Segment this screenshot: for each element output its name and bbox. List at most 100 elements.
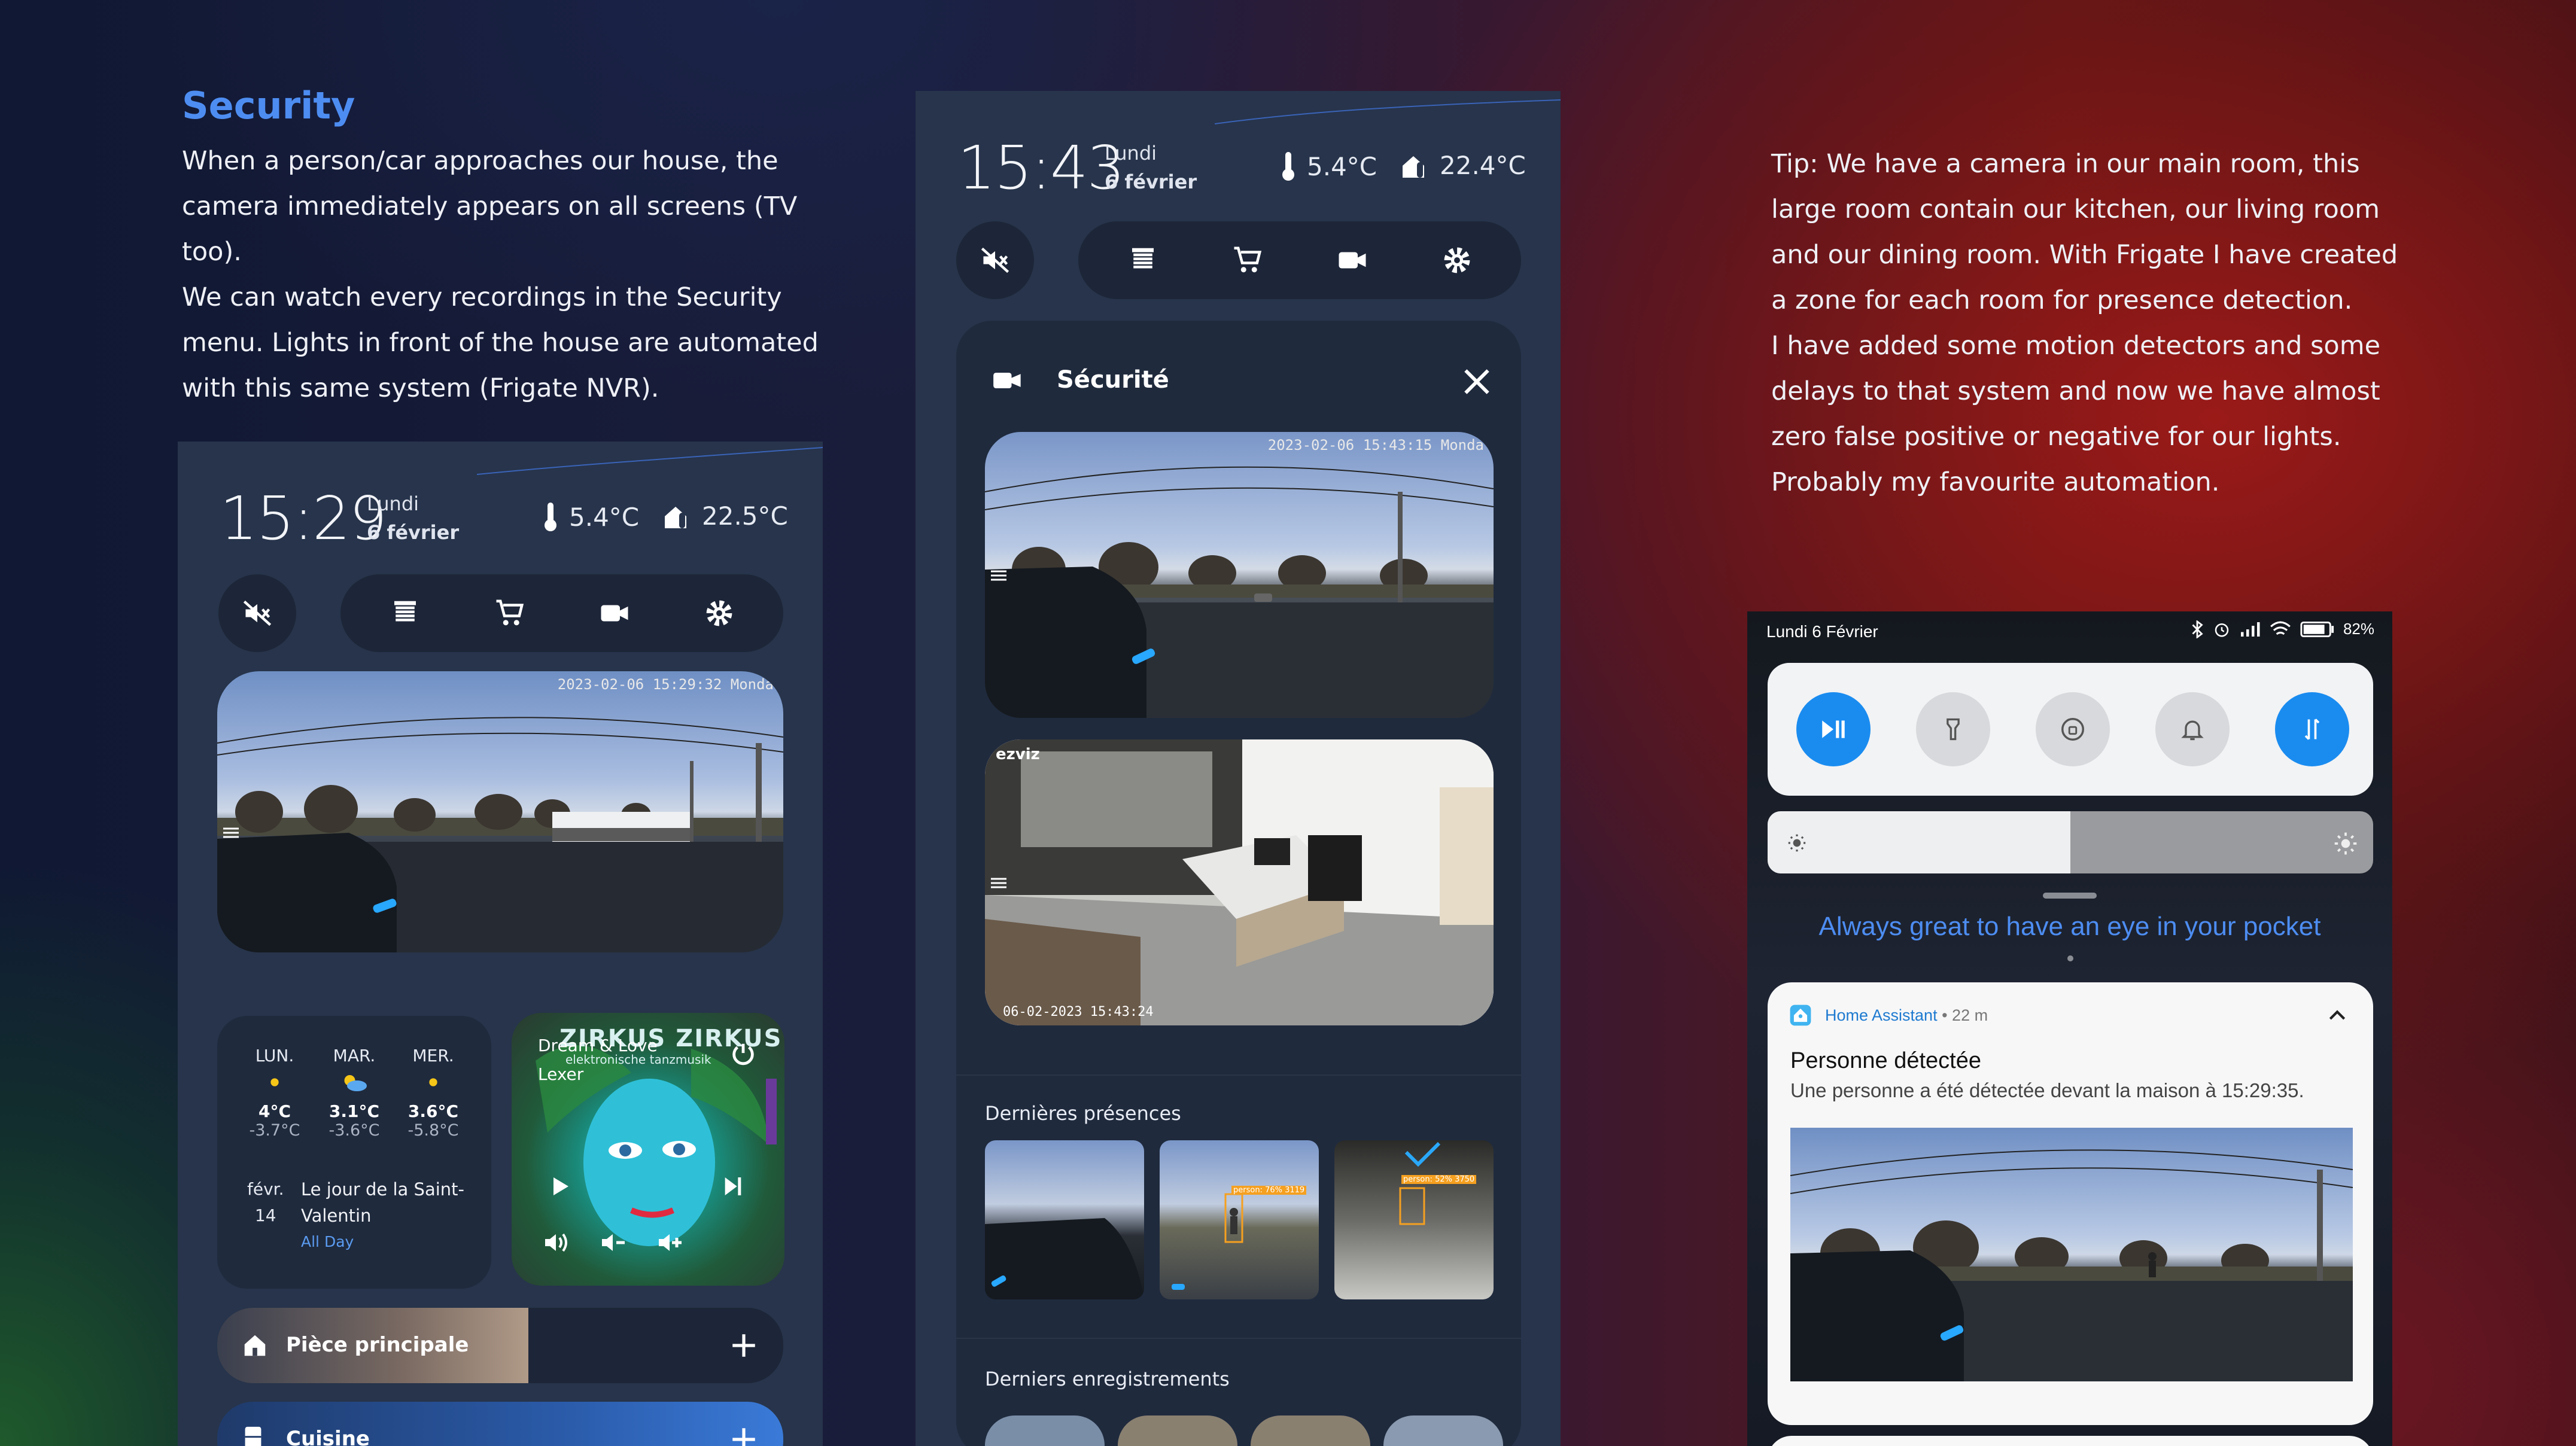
forecast-day: MER. 3.6°C -5.8°C xyxy=(407,1046,459,1140)
recording-thumbnail[interactable] xyxy=(1251,1415,1370,1446)
status-icons: 82% xyxy=(2190,620,2374,638)
drag-handle-icon[interactable] xyxy=(221,824,241,842)
cart-icon[interactable] xyxy=(1231,244,1264,276)
security-dialog: Sécurité 2023-02-06 15:43:15 Monda ezviz… xyxy=(956,321,1521,1446)
camera-icon[interactable] xyxy=(1336,244,1368,276)
detection-label: person: 76% 3119 xyxy=(1231,1186,1307,1195)
home-thermometer-icon xyxy=(1403,156,1424,178)
living-room-camera-feed[interactable]: ezviz 06-02-2023 15:43:24 xyxy=(985,739,1494,1025)
brightness-fill xyxy=(1768,811,2070,873)
tip-text: Tip: We have a camera in our main room, … xyxy=(1771,141,2429,505)
person-detection-box xyxy=(1172,1193,1243,1290)
recording-thumbnail[interactable] xyxy=(1118,1415,1237,1446)
cart-icon[interactable] xyxy=(494,597,526,629)
outdoor-temp[interactable]: 5.4°C xyxy=(543,501,639,532)
presence-thumbnail[interactable]: person: 52% 3750 xyxy=(1334,1140,1494,1299)
header-wave xyxy=(1215,99,1561,124)
panel-handle[interactable] xyxy=(2043,893,2097,899)
quick-actions-bar xyxy=(340,574,783,652)
power-icon[interactable] xyxy=(729,1040,757,1068)
play-icon[interactable] xyxy=(548,1174,571,1198)
driveway-camera-feed[interactable]: 2023-02-06 15:29:32 Monda xyxy=(217,671,783,952)
camera-timestamp: 2023-02-06 15:29:32 Monda xyxy=(557,676,774,693)
next-track-icon[interactable] xyxy=(721,1174,745,1198)
notification-title: Personne détectée xyxy=(1790,1048,1982,1073)
camera-icon[interactable] xyxy=(598,597,631,629)
notification-body: Une personne a été détectée devant la ma… xyxy=(1790,1079,2304,1101)
tip-line: delays to that system and now we have al… xyxy=(1771,376,2380,406)
room-card-kitchen[interactable]: Cuisine xyxy=(217,1402,783,1446)
flashlight-toggle[interactable] xyxy=(1916,692,1990,766)
mute-icon xyxy=(243,600,272,626)
tip-line: Probably my favourite automation. xyxy=(1771,467,2220,497)
shutter-icon[interactable] xyxy=(1127,244,1159,276)
recent-recordings-label: Derniers enregistrements xyxy=(985,1368,1230,1390)
dialog-title: Sécurité xyxy=(1057,366,1169,394)
tip-line: zero false positive or negative for our … xyxy=(1771,422,2341,452)
mute-icon xyxy=(981,247,1009,273)
room-name: Cuisine xyxy=(286,1427,370,1446)
indoor-temp[interactable]: 22.5°C xyxy=(662,501,788,531)
sun-icon xyxy=(270,1078,279,1086)
event-time: All Day xyxy=(301,1233,354,1250)
volume-icon[interactable] xyxy=(542,1228,570,1257)
tip-line: I have added some motion detectors and s… xyxy=(1771,331,2381,361)
home-assistant-icon xyxy=(1790,1004,1811,1026)
weather-calendar-card[interactable]: LUN. 4°C -3.7°C MAR. 3.1°C -3.6°C MER. 3… xyxy=(217,1016,491,1289)
fridge-icon xyxy=(245,1426,261,1446)
next-notification-card[interactable] xyxy=(1768,1436,2373,1446)
sound-toggle[interactable] xyxy=(2155,692,2230,766)
data-toggle[interactable] xyxy=(2275,692,2349,766)
weekday: Lundi xyxy=(1105,142,1157,165)
close-icon[interactable] xyxy=(1460,365,1494,398)
brightness-slider[interactable] xyxy=(1768,811,2373,873)
bell-icon xyxy=(2181,720,2204,741)
room-card-main[interactable]: Pièce principale xyxy=(217,1308,783,1383)
drag-handle-icon[interactable] xyxy=(989,874,1009,892)
volume-down-icon[interactable] xyxy=(598,1228,627,1257)
collapse-chevron-icon[interactable] xyxy=(2325,1004,2349,1028)
add-icon[interactable] xyxy=(729,1331,759,1360)
divider xyxy=(956,1074,1521,1076)
camera-timestamp: 06-02-2023 15:43:24 xyxy=(1003,1004,1154,1019)
detection-label: person: 52% 3750 xyxy=(1401,1175,1477,1184)
mute-button[interactable] xyxy=(956,221,1034,299)
camera-scene xyxy=(985,466,1494,718)
security-description: Security When a person/car approaches ou… xyxy=(182,84,840,411)
security-line: with this same system (Frigate NVR). xyxy=(182,373,659,403)
add-icon[interactable] xyxy=(729,1424,759,1446)
recording-thumbnail[interactable] xyxy=(1383,1415,1503,1446)
camera-icon xyxy=(993,373,1021,388)
indoor-temp[interactable]: 22.4°C xyxy=(1400,151,1526,180)
notification-time: 22 m xyxy=(1952,1006,1988,1024)
battery-icon xyxy=(2300,621,2334,637)
media-toggle[interactable] xyxy=(1796,692,1871,766)
dashboard-screen-left: 15:29 Lundi 6 février 5.4°C 22.5°C 2023-… xyxy=(178,442,823,1446)
presence-thumbnail[interactable]: person: 76% 3119 xyxy=(1160,1140,1319,1299)
tip-line: a zone for each room for presence detect… xyxy=(1771,285,2353,315)
security-line: We can watch every recordings in the Sec… xyxy=(182,282,782,312)
camera-brand-logo: ezviz xyxy=(996,745,1040,763)
partly-cloudy-icon xyxy=(344,1075,367,1091)
bluetooth-icon xyxy=(2192,620,2203,638)
security-line: When a person/car approaches our house, … xyxy=(182,146,778,176)
outdoor-temp[interactable]: 5.4°C xyxy=(1281,151,1377,182)
mute-button[interactable] xyxy=(218,574,296,652)
media-player-card[interactable]: ZIRKUS ZIRKUS elektronische tanzmusik Dr… xyxy=(512,1013,784,1286)
gear-icon[interactable] xyxy=(703,597,735,629)
rotation-toggle[interactable] xyxy=(2036,692,2110,766)
security-heading: Security xyxy=(182,84,355,127)
tip-line: and our dining room. With Frigate I have… xyxy=(1771,240,2398,270)
gear-icon[interactable] xyxy=(1441,244,1473,276)
security-line: camera immediately appears on all screen… xyxy=(182,191,798,267)
drag-handle-icon[interactable] xyxy=(989,567,1009,585)
presence-thumbnail[interactable] xyxy=(985,1140,1144,1299)
driveway-camera-feed[interactable]: 2023-02-06 15:43:15 Monda xyxy=(985,432,1494,718)
rotation-lock-icon xyxy=(2061,718,2084,741)
volume-up-icon[interactable] xyxy=(655,1228,684,1257)
notification-card[interactable]: Home Assistant • 22 m Personne détectée … xyxy=(1768,982,2373,1425)
shutter-icon[interactable] xyxy=(389,597,421,629)
clock: 15:29 xyxy=(220,483,387,553)
recording-thumbnail[interactable] xyxy=(985,1415,1105,1446)
date-block: Lundi 6 février xyxy=(367,489,459,547)
